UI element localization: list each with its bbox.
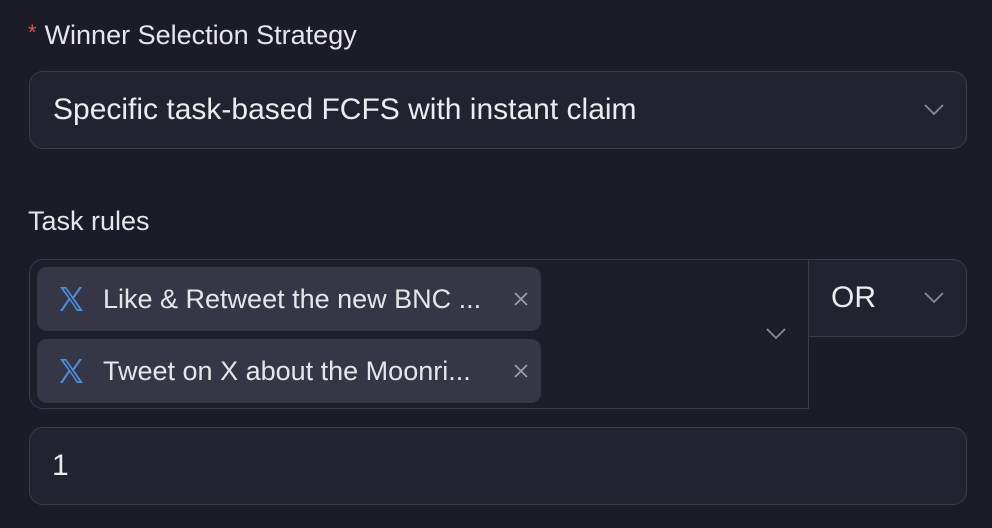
winner-count-input[interactable]: 1 (29, 427, 967, 505)
task-tag: Like & Retweet the new BNC ... (37, 267, 541, 331)
task-tag-label: Tweet on X about the Moonri... (103, 356, 471, 386)
logic-operator-select[interactable]: OR (809, 259, 967, 337)
task-rules-multiselect[interactable]: Like & Retweet the new BNC ... Tweet on … (29, 259, 809, 409)
close-icon[interactable] (513, 363, 529, 379)
task-tag-label: Like & Retweet the new BNC ... (103, 284, 482, 314)
winner-strategy-label-text: Winner Selection Strategy (44, 20, 357, 50)
close-icon[interactable] (513, 291, 529, 307)
x-logo-icon (57, 357, 85, 385)
chevron-down-icon (924, 292, 944, 304)
task-rules-label: Task rules (28, 206, 150, 236)
chevron-down-icon (924, 104, 944, 116)
chevron-down-icon[interactable] (766, 328, 786, 340)
logic-operator-value: OR (831, 281, 876, 314)
task-tag: Tweet on X about the Moonri... (37, 339, 541, 403)
winner-strategy-label: * Winner Selection Strategy (28, 16, 357, 52)
required-marker: * (28, 20, 37, 45)
winner-strategy-selected-value: Specific task-based FCFS with instant cl… (53, 93, 637, 126)
winner-count-value: 1 (52, 449, 69, 482)
x-logo-icon (57, 285, 85, 313)
winner-strategy-select[interactable]: Specific task-based FCFS with instant cl… (29, 71, 967, 149)
